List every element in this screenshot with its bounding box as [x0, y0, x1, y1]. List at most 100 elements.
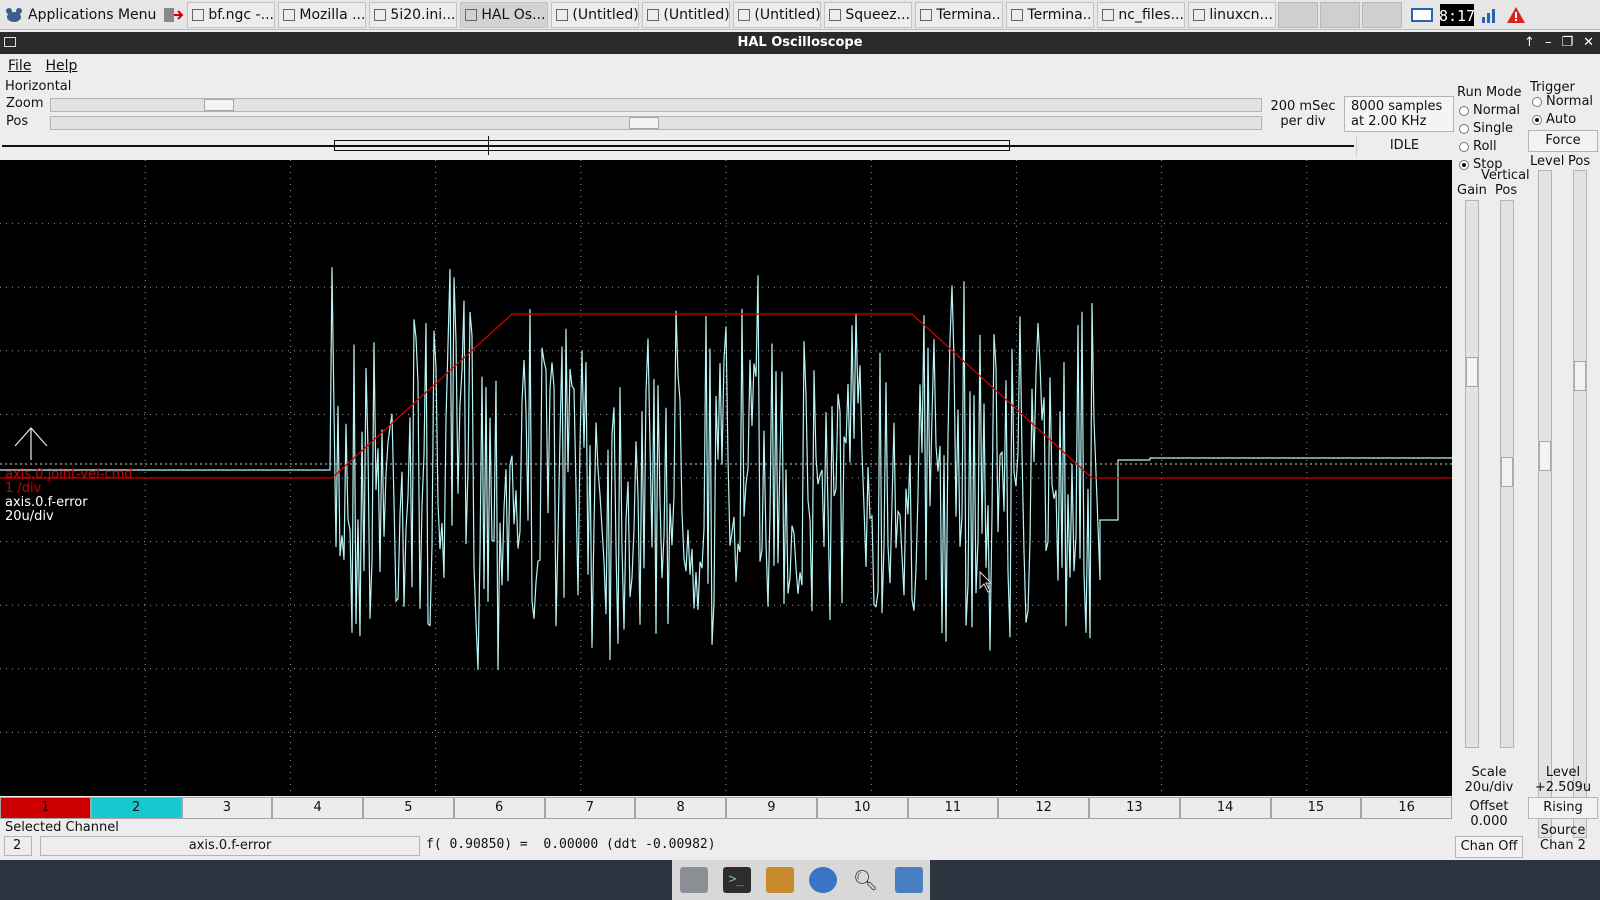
file-manager-icon[interactable] — [765, 867, 794, 893]
channel-button-7[interactable]: 7 — [544, 797, 636, 819]
chan-off-button[interactable]: Chan Off — [1455, 836, 1523, 858]
taskbar-task-9[interactable]: Termina... — [915, 1, 1004, 28]
channel-button-8[interactable]: 8 — [635, 797, 726, 819]
vertical-group: Vertical Gain Pos Scale 20u/div Offset 0… — [1455, 168, 1530, 858]
channel-button-14[interactable]: 14 — [1179, 797, 1271, 819]
taskbar-task-2[interactable]: Mozilla ... — [278, 1, 367, 28]
taskbar-task-label: (Untitled) — [663, 6, 730, 23]
trigger-level-thumb[interactable] — [1539, 441, 1551, 471]
channel-button-12[interactable]: 12 — [998, 797, 1089, 819]
squeeze-icon — [829, 8, 842, 21]
zoom-slider-thumb[interactable] — [204, 99, 235, 111]
taskbar-task-6[interactable]: (Untitled) — [642, 1, 731, 28]
drive-icon[interactable] — [679, 867, 708, 893]
pos-slider-thumb[interactable] — [629, 117, 660, 129]
scope-display[interactable]: axis.0.joint-vel-cmd 1 /div axis.0.f-err… — [0, 160, 1452, 796]
channel-button-5[interactable]: 5 — [363, 797, 454, 819]
search-icon[interactable]: 🔍︎ — [851, 867, 880, 893]
run-mode-single-label: Single — [1473, 121, 1513, 136]
channel-button-4[interactable]: 4 — [272, 797, 363, 819]
trigger-title: Trigger — [1530, 80, 1575, 95]
channel-button-1[interactable]: 1 — [0, 797, 91, 819]
trigger-edge-button[interactable]: Rising — [1528, 797, 1598, 819]
editor-icon — [374, 8, 387, 21]
x-icon — [192, 8, 205, 21]
trigger-group: Trigger Normal Auto Force Level Pos — [1528, 80, 1598, 860]
samples-button[interactable]: 8000 samples at 2.00 KHz — [1344, 96, 1454, 132]
run-mode-normal[interactable]: Normal — [1459, 103, 1520, 118]
channel-button-9[interactable]: 9 — [726, 797, 817, 819]
zoom-slider[interactable] — [50, 98, 1262, 112]
taskbar-task-10[interactable]: Termina... — [1006, 1, 1095, 28]
trigger-level-label: Level — [1530, 154, 1565, 169]
menu-file[interactable]: File — [8, 58, 31, 74]
taskbar-task-12[interactable]: linuxcn... — [1188, 1, 1277, 28]
warning-icon[interactable] — [1506, 5, 1526, 25]
selected-channel-name[interactable]: axis.0.f-error — [40, 836, 420, 856]
trigger-pos-slider[interactable] — [1573, 170, 1587, 838]
vpos-slider-thumb[interactable] — [1501, 457, 1513, 487]
taskbar-task-label: Termina... — [1027, 6, 1095, 23]
applications-menu-button[interactable]: Applications Menu — [0, 0, 162, 30]
terminal-launcher-icon[interactable]: >_ — [722, 867, 751, 893]
network-signal-icon[interactable] — [1480, 5, 1500, 25]
run-mode-single[interactable]: Single — [1459, 121, 1513, 136]
channel-button-6[interactable]: 6 — [453, 797, 545, 819]
pos-slider[interactable] — [50, 116, 1262, 130]
taskbar-task-7[interactable]: (Untitled) — [733, 1, 822, 28]
force-button[interactable]: Force — [1528, 130, 1598, 152]
logout-icon[interactable] — [162, 4, 184, 26]
taskbar: Applications Menu bf.ngc -... Mozilla ...… — [0, 0, 1600, 30]
channel-button-15[interactable]: 15 — [1270, 797, 1362, 819]
taskbar-task-1[interactable]: bf.ngc -... — [187, 1, 276, 28]
taskbar-task-label: nc_files... — [1118, 6, 1184, 23]
channel-button-2[interactable]: 2 — [90, 797, 182, 819]
window-icon — [738, 8, 751, 21]
folder-icon[interactable] — [894, 867, 923, 893]
close-icon[interactable]: ✕ — [1583, 32, 1594, 54]
scale-readout[interactable]: Scale 20u/div — [1455, 765, 1523, 795]
channel-button-13[interactable]: 13 — [1089, 797, 1180, 819]
taskbar-task-3[interactable]: 5i20.ini... — [369, 1, 458, 28]
taskbar-task-label: Squeez... — [845, 6, 910, 23]
trigger-pos-label: Pos — [1568, 154, 1591, 169]
time-per-div[interactable]: 200 mSec per div — [1268, 99, 1338, 129]
channel-button-3[interactable]: 3 — [181, 797, 273, 819]
taskbar-task-11[interactable]: nc_files... — [1097, 1, 1186, 28]
trigger-pos-thumb[interactable] — [1574, 361, 1586, 391]
offset-label: Offset — [1469, 799, 1509, 814]
ch2-trace — [0, 267, 1452, 671]
window-icon — [647, 8, 660, 21]
trigger-level-readout[interactable]: Level +2.509u — [1528, 765, 1598, 795]
trigger-level-value: +2.509u — [1534, 780, 1592, 795]
menu-help[interactable]: Help — [45, 58, 77, 74]
trigger-normal[interactable]: Normal — [1532, 94, 1593, 109]
vpos-slider[interactable] — [1500, 200, 1514, 748]
taskbar-task-5[interactable]: (Untitled) — [551, 1, 640, 28]
workspace-3[interactable] — [1362, 1, 1403, 28]
run-mode-normal-label: Normal — [1473, 103, 1521, 118]
run-mode-roll[interactable]: Roll — [1459, 139, 1497, 154]
trigger-auto[interactable]: Auto — [1532, 112, 1576, 127]
trigger-level-slider[interactable] — [1538, 170, 1552, 838]
keep-above-icon[interactable]: ↑ — [1524, 32, 1535, 54]
trigger-arrow-icon — [14, 427, 48, 460]
channel-button-16[interactable]: 16 — [1361, 797, 1452, 819]
pos-label: Pos — [6, 114, 29, 129]
gain-slider[interactable] — [1465, 200, 1479, 748]
workspace-1[interactable] — [1278, 1, 1319, 28]
minimize-icon[interactable]: – — [1545, 32, 1552, 54]
clock-icon: 8:17 — [1440, 3, 1475, 26]
trigger-source-readout[interactable]: Source Chan 2 — [1528, 823, 1598, 853]
show-desktop-icon[interactable] — [1410, 6, 1434, 24]
channel-button-10[interactable]: 10 — [816, 797, 908, 819]
maximize-icon[interactable]: ❐ — [1561, 32, 1573, 54]
window-menu-icon[interactable] — [4, 37, 16, 47]
taskbar-task-4[interactable]: HAL Os... — [460, 1, 549, 28]
offset-readout[interactable]: Offset 0.000 — [1455, 799, 1523, 829]
taskbar-task-8[interactable]: Squeez... — [824, 1, 913, 28]
web-browser-icon[interactable] — [808, 867, 837, 893]
workspace-2[interactable] — [1320, 1, 1361, 28]
gain-slider-thumb[interactable] — [1466, 357, 1478, 387]
channel-button-11[interactable]: 11 — [907, 797, 999, 819]
